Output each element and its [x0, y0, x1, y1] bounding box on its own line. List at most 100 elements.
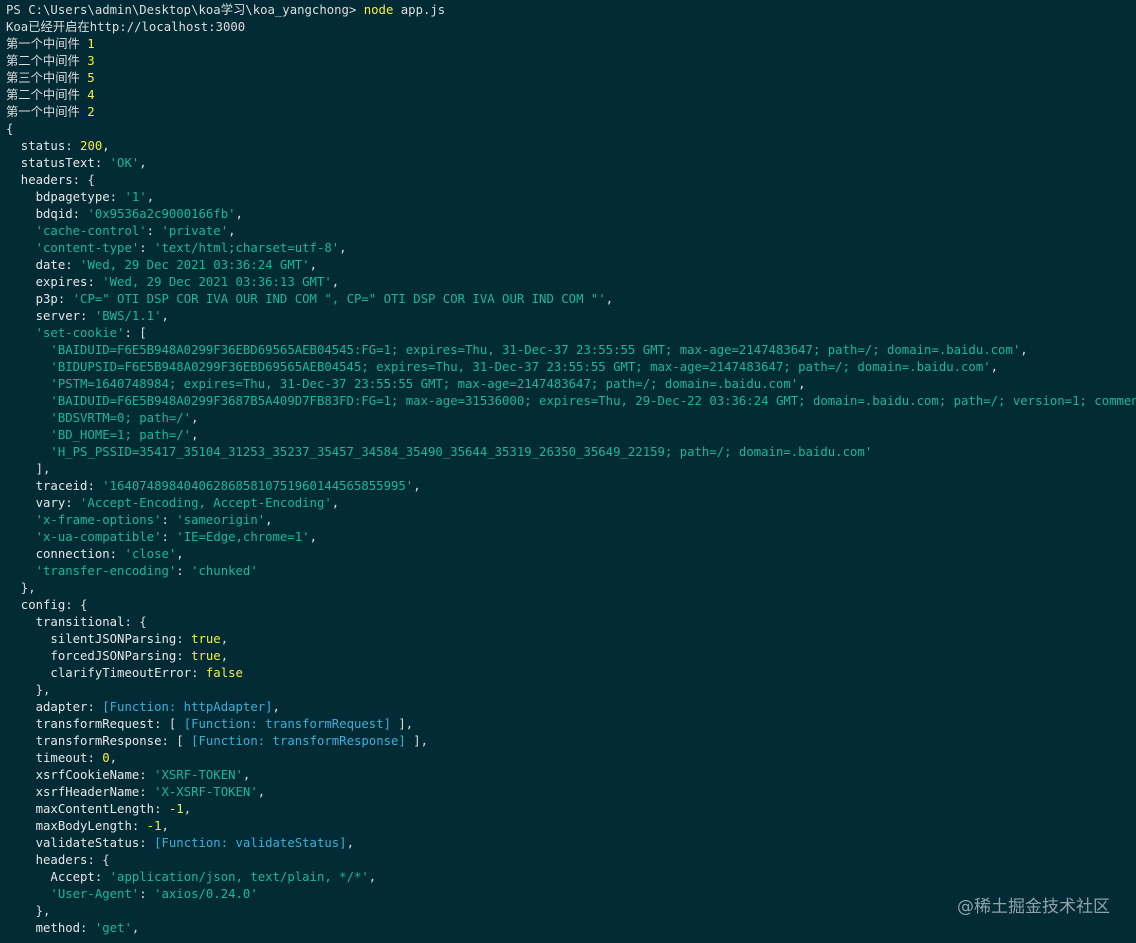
terminal-token: true: [191, 649, 221, 663]
terminal-token: : {: [124, 615, 147, 629]
terminal-line: headers: {: [6, 172, 1136, 189]
terminal-token: ,: [346, 836, 354, 850]
terminal-token: maxContentLength: [6, 802, 155, 816]
terminal-token: ,: [161, 309, 169, 323]
terminal-line: server: 'BWS/1.1',: [6, 308, 1136, 325]
terminal-token: 'transfer-encoding': [6, 564, 177, 578]
terminal-token: :: [139, 768, 155, 782]
terminal-token: bdqid: [6, 207, 73, 221]
terminal-token: ,: [257, 785, 266, 799]
terminal-line: xsrfCookieName: 'XSRF-TOKEN',: [6, 767, 1136, 784]
terminal-token: 'axios/0.24.0': [154, 887, 258, 901]
terminal-token: 5: [87, 71, 95, 85]
terminal-token: ,: [176, 547, 184, 561]
terminal-token: 'BAIDUID=F6E5B948A0299F36EBD69565AEB0454…: [6, 343, 1021, 357]
terminal-token: 'get': [94, 921, 132, 935]
terminal-token: :: [87, 479, 103, 493]
terminal-token: },: [6, 904, 51, 918]
terminal-token: vary: [6, 496, 66, 510]
terminal-token: headers: [6, 853, 88, 867]
terminal-token: 'private': [161, 224, 229, 238]
terminal-token: ,: [139, 156, 147, 170]
terminal-token: 3: [87, 54, 95, 68]
terminal-line: forcedJSONParsing: true,: [6, 648, 1136, 665]
terminal-token: ],: [405, 734, 429, 748]
terminal-token: Koa已经开启在http://localhost:3000: [6, 20, 246, 34]
terminal-token: server: [6, 309, 81, 323]
terminal-token: 'Wed, 29 Dec 2021 03:36:24 GMT': [80, 258, 310, 272]
terminal-token: [Function: httpAdapter]: [102, 700, 273, 714]
terminal-token: expires: [6, 275, 88, 289]
terminal-token: 'BWS/1.1': [94, 309, 162, 323]
terminal-token: 'text/html;charset=utf-8': [154, 241, 340, 255]
terminal-line: transitional: {: [6, 614, 1136, 631]
terminal-line: vary: 'Accept-Encoding, Accept-Encoding'…: [6, 495, 1136, 512]
terminal-line: maxContentLength: -1,: [6, 801, 1136, 818]
terminal-line: Accept: 'application/json, text/plain, *…: [6, 869, 1136, 886]
terminal-token: maxBodyLength: [6, 819, 132, 833]
terminal-token: 'H_PS_PSSID=35417_35104_31253_35237_3545…: [6, 445, 873, 459]
terminal-token: :: [161, 530, 177, 544]
terminal-token: 'BD_HOME=1; path=/': [6, 428, 192, 442]
terminal-token: [Function: validateStatus]: [154, 836, 347, 850]
terminal-line: expires: 'Wed, 29 Dec 2021 03:36:13 GMT'…: [6, 274, 1136, 291]
terminal-token: 第二个中间件: [6, 88, 88, 102]
terminal-token: 'x-ua-compatible': [6, 530, 162, 544]
terminal-token: ,: [220, 649, 229, 663]
terminal-token: :: [94, 156, 110, 170]
terminal-token: :: [80, 921, 95, 935]
terminal-token: ,: [161, 819, 169, 833]
terminal-token: :: [109, 547, 125, 561]
terminal-token: ,: [413, 479, 421, 493]
terminal-token: bdpagetype: [6, 190, 110, 204]
terminal-token: 'XSRF-TOKEN': [154, 768, 243, 782]
terminal-token: validateStatus: [6, 836, 140, 850]
terminal-token: -1: [168, 802, 184, 816]
terminal-token: : [: [161, 734, 192, 748]
terminal-token: ,: [1020, 343, 1028, 357]
terminal-line: 'BIDUPSID=F6E5B948A0299F36EBD69565AEB045…: [6, 359, 1136, 376]
terminal-line: config: {: [6, 597, 1136, 614]
terminal-line: validateStatus: [Function: validateStatu…: [6, 835, 1136, 852]
terminal-line: 第一个中间件 2: [6, 104, 1136, 121]
terminal-token: : {: [87, 853, 110, 867]
terminal-token: 'application/json, text/plain, */*': [109, 870, 369, 884]
terminal-token: xsrfHeaderName: [6, 785, 140, 799]
terminal-token: method: [6, 921, 81, 935]
terminal-token: 'CP=" OTI DSP COR IVA OUR IND COM ", CP=…: [72, 292, 606, 306]
terminal-token: :: [72, 207, 88, 221]
terminal-token: :: [87, 275, 103, 289]
terminal-token: 'chunked': [191, 564, 258, 578]
terminal-token: 'BAIDUID=F6E5B948A0299F3687B5A409D7FB83F…: [6, 394, 1136, 408]
terminal-line: 'transfer-encoding': 'chunked': [6, 563, 1136, 580]
terminal-token: connection: [6, 547, 110, 561]
terminal-token: },: [6, 683, 51, 697]
terminal-token: :: [65, 258, 81, 272]
terminal-line: maxBodyLength: -1,: [6, 818, 1136, 835]
terminal-token: ],: [6, 462, 51, 476]
terminal-line: 'set-cookie': [: [6, 325, 1136, 342]
terminal-line: 'BAIDUID=F6E5B948A0299F3687B5A409D7FB83F…: [6, 393, 1136, 410]
terminal-token: ,: [798, 377, 806, 391]
terminal-line: 'BDSVRTM=0; path=/',: [6, 410, 1136, 427]
terminal-token: 'BIDUPSID=F6E5B948A0299F36EBD69565AEB045…: [6, 360, 991, 374]
terminal-token: ,: [242, 768, 251, 782]
terminal-token: ,: [265, 513, 273, 527]
terminal-token: : [: [154, 717, 184, 731]
terminal-token: : {: [72, 173, 95, 187]
terminal-token: ,: [109, 751, 118, 765]
terminal-token: statusText: [6, 156, 95, 170]
terminal-line: connection: 'close',: [6, 546, 1136, 563]
terminal-token: 'Accept-Encoding, Accept-Encoding': [80, 496, 332, 510]
terminal-line: {: [6, 121, 1136, 138]
terminal-token: :: [191, 666, 206, 680]
terminal-token: [Function: transformResponse]: [191, 734, 406, 748]
terminal-token: 'BDSVRTM=0; path=/': [6, 411, 192, 425]
terminal-token: ,: [605, 292, 614, 306]
terminal-line: p3p: 'CP=" OTI DSP COR IVA OUR IND COM "…: [6, 291, 1136, 308]
terminal-token: 0: [102, 751, 110, 765]
terminal-token: config: [6, 598, 66, 612]
terminal-token: PS C:\Users\admin\Desktop\koa学习\koa_yang…: [6, 3, 364, 17]
terminal-line: Koa已经开启在http://localhost:3000: [6, 19, 1136, 36]
terminal-output[interactable]: PS C:\Users\admin\Desktop\koa学习\koa_yang…: [0, 0, 1136, 943]
